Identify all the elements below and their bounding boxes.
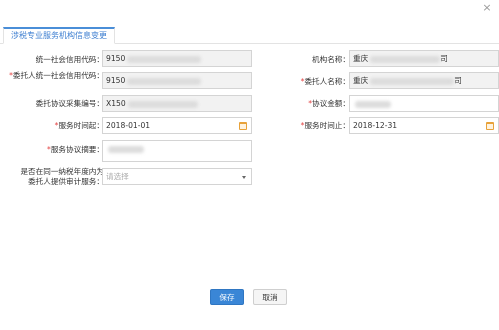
agreement-no-label: 委托协议采集编号： xyxy=(35,99,104,108)
change-form: 统一社会信用代码： 9150 机构名称： 重庆司 *委托人统一社会信用代码： 9… xyxy=(0,0,499,330)
service-end-label: *服务时间止： xyxy=(300,121,350,130)
redacted-mask xyxy=(127,100,198,108)
service-start-label: *服务时间起： xyxy=(54,121,104,130)
org-name-field[interactable]: 重庆 司 xyxy=(349,50,499,67)
audit-service-placeholder: 请选择 xyxy=(106,172,129,181)
unified-credit-code-value: 9150 xyxy=(106,54,126,63)
redacted-mask xyxy=(355,100,391,108)
audit-service-label: 是否在同一纳税年度内为 委托人提供审计服务： xyxy=(20,167,104,186)
audit-service-select[interactable]: 请选择 xyxy=(102,168,252,185)
cancel-button[interactable]: 取消 xyxy=(253,289,287,305)
unified-credit-code-label: 统一社会信用代码： xyxy=(35,55,104,64)
org-name-value: 重庆 xyxy=(353,54,369,63)
redacted-mask xyxy=(370,77,455,85)
client-name-tail: 司 xyxy=(454,76,462,85)
save-button[interactable]: 保存 xyxy=(210,289,244,305)
agreement-no-value: X150 xyxy=(106,99,126,108)
agreement-amount-label: *协议金额： xyxy=(308,99,350,108)
redacted-mask xyxy=(370,55,441,63)
org-name-tail: 司 xyxy=(440,54,448,63)
client-credit-code-label: *委托人统一社会信用代码： xyxy=(9,71,104,80)
client-credit-code-value: 9150 xyxy=(106,76,126,85)
unified-credit-code-field[interactable]: 9150 xyxy=(102,50,252,67)
service-end-datepicker[interactable]: 2018-12-31 xyxy=(349,117,499,134)
agreement-amount-field[interactable] xyxy=(349,95,499,112)
agreement-no-field[interactable]: X150 xyxy=(102,95,252,112)
calendar-icon[interactable] xyxy=(486,122,494,130)
client-name-label: *委托人名称： xyxy=(300,77,350,86)
service-start-value: 2018-01-01 xyxy=(106,121,151,130)
service-end-value: 2018-12-31 xyxy=(353,121,398,130)
redacted-mask xyxy=(108,145,144,153)
client-name-field[interactable]: 重庆 司 xyxy=(349,72,499,89)
org-name-label: 机构名称： xyxy=(312,55,350,64)
calendar-icon[interactable] xyxy=(239,122,247,130)
redacted-mask xyxy=(127,77,202,85)
service-start-datepicker[interactable]: 2018-01-01 xyxy=(102,117,252,134)
summary-field[interactable] xyxy=(102,140,252,162)
summary-label: *服务协议摘要： xyxy=(47,145,104,154)
dialog: × 涉税专业服务机构信息变更 统一社会信用代码： 9150 机构名称： 重庆司 … xyxy=(0,0,499,330)
redacted-mask xyxy=(127,55,202,63)
client-name-value: 重庆 xyxy=(353,76,369,85)
chevron-down-icon xyxy=(242,176,246,179)
client-credit-code-field[interactable]: 9150 xyxy=(102,72,252,89)
